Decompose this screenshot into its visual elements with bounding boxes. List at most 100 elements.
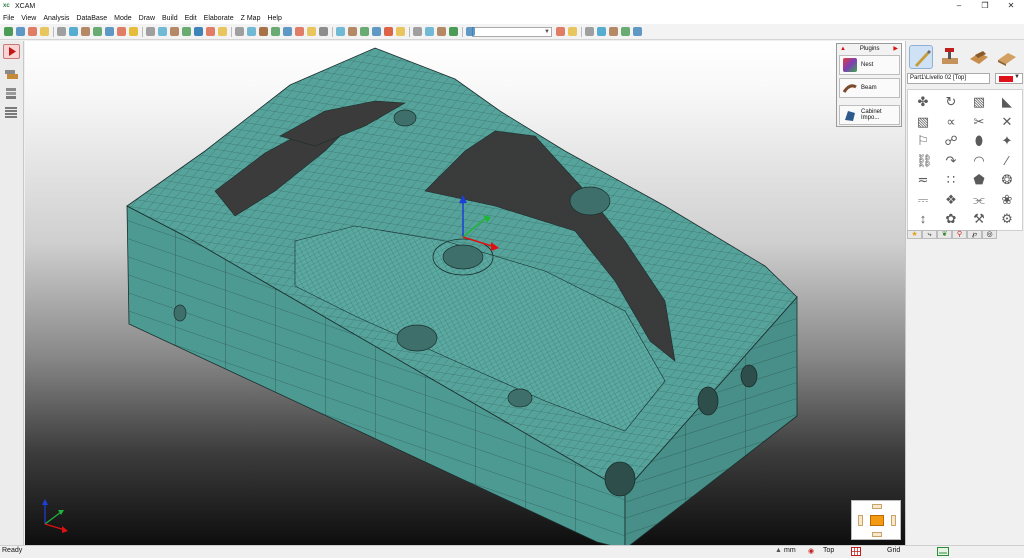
pocket-icon[interactable]: ❖ <box>944 192 958 207</box>
arrow-up-icon[interactable]: ▲ <box>840 46 846 52</box>
toolbar-tool-icon[interactable] <box>40 27 49 36</box>
toolbar-tool-icon[interactable] <box>609 27 618 36</box>
toolbar-tool-icon[interactable] <box>307 27 316 36</box>
toolbar-tool-icon[interactable] <box>633 27 642 36</box>
menu-edit[interactable]: Edit <box>185 15 197 22</box>
3d-viewport[interactable] <box>25 41 905 545</box>
minimize-icon[interactable]: – <box>946 0 972 12</box>
cross-icon[interactable]: ✕ <box>1000 114 1014 129</box>
arc-icon[interactable]: ◠ <box>972 153 986 168</box>
layer-selector[interactable]: Part1\Livello 02 [Top] <box>907 73 990 84</box>
snap-icon[interactable] <box>937 547 949 558</box>
view-navigation-cube[interactable] <box>851 500 901 540</box>
menu-mode[interactable]: Mode <box>114 15 132 22</box>
toolbar-tool-icon[interactable] <box>117 27 126 36</box>
toolbar-tool-icon[interactable] <box>28 27 37 36</box>
stack-icon[interactable] <box>3 86 20 101</box>
toolbar-tool-icon[interactable] <box>206 27 215 36</box>
toolbar-tool-icon[interactable] <box>568 27 577 36</box>
view-label[interactable]: Top <box>823 547 834 554</box>
rotate-icon[interactable]: ↻ <box>944 95 958 109</box>
nav-bottom[interactable] <box>872 532 882 537</box>
star-icon[interactable]: ★ <box>907 230 922 239</box>
group-icon[interactable]: ✤ <box>916 95 930 109</box>
curve-icon[interactable]: ∝ <box>944 114 958 129</box>
toolbar-tool-icon[interactable] <box>218 27 227 36</box>
plugin-cabinet-import-button[interactable]: Cabinet Impo... <box>839 105 900 125</box>
toolbar-tool-icon[interactable] <box>556 27 565 36</box>
link-icon[interactable]: ☍ <box>944 134 958 148</box>
toolbar-tool-icon[interactable] <box>105 27 114 36</box>
toolbar-tool-icon[interactable] <box>146 27 155 36</box>
play-icon[interactable] <box>3 44 20 59</box>
knot-icon[interactable]: ❂ <box>1000 173 1014 187</box>
swirl-icon[interactable]: ❀ <box>1000 192 1014 207</box>
menu-elaborate[interactable]: Elaborate <box>204 15 234 22</box>
menu-database[interactable]: DataBase <box>76 15 107 22</box>
menu-zmap[interactable]: Z Map <box>241 15 261 22</box>
surface-icon[interactable]: ⬟ <box>972 173 986 187</box>
arrow-right-icon[interactable]: ▶ <box>893 45 898 52</box>
tool-icon[interactable]: ⚒ <box>972 212 986 226</box>
menu-draw[interactable]: Draw <box>139 15 155 22</box>
trim-icon[interactable]: ✂ <box>972 114 986 129</box>
restore-icon[interactable]: ❐ <box>972 0 998 12</box>
toolbar-tool-icon[interactable] <box>235 27 244 36</box>
toolbar-tool-icon[interactable] <box>437 27 446 36</box>
nav-left[interactable] <box>858 515 863 526</box>
menu-build[interactable]: Build <box>162 15 178 22</box>
toolbar-tool-icon[interactable] <box>396 27 405 36</box>
nav-top[interactable] <box>872 504 882 509</box>
toolbar-combo[interactable]: ▼ <box>472 27 552 37</box>
menu-analysis[interactable]: Analysis <box>43 15 69 22</box>
toolbar-tool-icon[interactable] <box>597 27 606 36</box>
toolbar-tool-icon[interactable] <box>194 27 203 36</box>
material-icon[interactable] <box>967 45 991 69</box>
offset-icon[interactable]: ⫘ <box>972 192 986 207</box>
p-icon[interactable]: ℘ <box>967 230 982 239</box>
line-icon[interactable]: ∕ <box>1000 153 1014 168</box>
pin-icon[interactable]: ⚲ <box>952 230 967 239</box>
toolbar-tool-icon[interactable] <box>81 27 90 36</box>
plugin-beam-button[interactable]: Beam <box>839 78 900 98</box>
toolbar-tool-icon[interactable] <box>348 27 357 36</box>
bevel-icon[interactable]: ↕ <box>916 212 930 226</box>
toolbar-tool-icon[interactable] <box>247 27 256 36</box>
toolbar-tool-icon[interactable] <box>93 27 102 36</box>
menu-help[interactable]: Help <box>267 15 281 22</box>
toolbar-tool-icon[interactable] <box>384 27 393 36</box>
toolbar-tool-icon[interactable] <box>372 27 381 36</box>
nav-right[interactable] <box>891 515 896 526</box>
toolbar-tool-icon[interactable] <box>16 27 25 36</box>
toolbar-tool-icon[interactable] <box>69 27 78 36</box>
toolbar-tool-icon[interactable] <box>425 27 434 36</box>
toolbar-tool-icon[interactable] <box>271 27 280 36</box>
toolbar-tool-icon[interactable] <box>295 27 304 36</box>
tool-tab-icon[interactable]: ⤷ <box>922 230 937 239</box>
toolbar-tool-icon[interactable] <box>413 27 422 36</box>
mold-model[interactable] <box>25 41 905 545</box>
toolbar-tool-icon[interactable] <box>319 27 328 36</box>
toolbar-tool-icon[interactable] <box>158 27 167 36</box>
layers-icon[interactable] <box>3 67 20 82</box>
joint-icon[interactable]: ⚐ <box>916 134 930 148</box>
board-icon[interactable] <box>995 45 1019 69</box>
profile-icon[interactable]: ▧ <box>916 114 930 129</box>
wedge-icon[interactable]: ◣ <box>1000 95 1014 109</box>
chain-icon[interactable]: ⛓ <box>916 153 933 168</box>
toolbar-tool-icon[interactable] <box>283 27 292 36</box>
plugin-nest-button[interactable]: Nest <box>839 55 900 75</box>
drill-icon[interactable]: ⬮ <box>972 134 986 148</box>
toolbar-tool-icon[interactable] <box>259 27 268 36</box>
leaf-icon[interactable]: ❦ <box>937 230 952 239</box>
globe-icon[interactable]: ◎ <box>982 230 997 239</box>
toolbar-tool-icon[interactable] <box>4 27 13 36</box>
toolbar-tool-icon[interactable] <box>621 27 630 36</box>
toolbar-tool-icon[interactable] <box>336 27 345 36</box>
menu-view[interactable]: View <box>21 15 36 22</box>
close-icon[interactable]: ✕ <box>998 0 1024 12</box>
step-icon[interactable]: ⎓ <box>916 192 930 207</box>
draw-pen-icon[interactable] <box>909 45 933 69</box>
gear-icon[interactable]: ⚙ <box>1000 212 1014 226</box>
pattern-icon[interactable]: ✿ <box>944 212 958 226</box>
